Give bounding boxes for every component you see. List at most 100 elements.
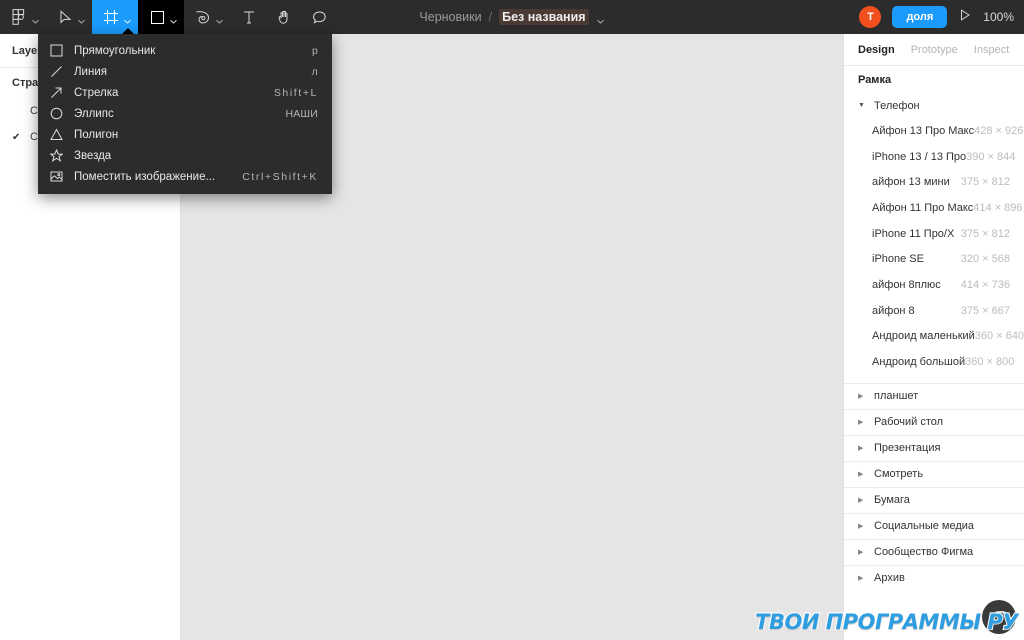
category-presentation[interactable]: ▶ Презентация [844,434,1024,461]
category-watch[interactable]: ▶ Смотреть [844,460,1024,487]
menu-item-polygon[interactable]: Полигон [38,124,332,145]
category-figma-community[interactable]: ▶ Сообщество Фигма [844,538,1024,565]
chevron-down-icon [169,13,178,24]
device-preset-row[interactable]: Айфон 11 Про Макс 414 × 896 [844,195,1024,221]
menu-item-shortcut: Shift+L [273,86,318,99]
chevron-right-icon: ▶ [858,549,864,557]
comment-tool-button[interactable] [300,0,335,34]
device-preset-row[interactable]: iPhone SE 320 × 568 [844,246,1024,272]
device-preset-row[interactable]: Айфон 13 Про Макс 428 × 926 [844,118,1024,144]
chevron-down-icon [215,13,224,24]
device-preset-row[interactable]: Андроид большой 360 × 800 [844,349,1024,375]
tab-design[interactable]: Design [858,44,895,56]
arrow-icon [50,86,74,99]
hand-tool-button[interactable] [265,0,300,34]
menu-item-shortcut: Ctrl+Shift+K [242,170,318,183]
category-desktop[interactable]: ▶ Рабочий стол [844,408,1024,435]
menu-item-label: Полигон [74,128,119,141]
device-name: iPhone SE [872,253,924,266]
category-archive[interactable]: ▶ Архив [844,564,1024,591]
chevron-right-icon: ▶ [858,497,864,505]
chevron-down-icon: ▼ [858,102,865,109]
ellipse-icon [50,107,74,120]
device-size: 390 × 844 [966,150,1016,163]
shape-tool-dropdown-menu: Прямоугольник p Линия л Стрелка Shift+L … [38,34,332,194]
polygon-icon [50,128,74,141]
star-icon [50,149,74,162]
avatar[interactable]: T [859,6,882,28]
frame-section-title: Рамка [858,73,892,86]
device-size: 375 × 812 [960,176,1010,189]
menu-item-shortcut: НАШИ [285,107,318,120]
top-toolbar: Черновики / Без названия T доля 100% [0,0,1024,34]
device-name: iPhone 11 Про/X [872,227,955,240]
tab-inspect[interactable]: Inspect [974,44,1009,56]
chevron-right-icon: ▶ [858,445,864,453]
category-label: Рабочий стол [874,416,944,429]
pen-tool-button[interactable] [184,0,230,34]
device-preset-row[interactable]: Андроид маленький 360 × 640 [844,324,1024,350]
breadcrumb-project[interactable]: Черновики [419,10,481,24]
chevron-right-icon: ▶ [858,471,864,479]
chevron-down-icon [31,13,40,24]
text-tool-button[interactable] [230,0,265,34]
device-size: 320 × 568 [960,253,1010,266]
shape-tool-button[interactable] [138,0,184,34]
properties-tabs: Design Prototype Inspect [844,34,1024,66]
chevron-right-icon: ▶ [858,523,864,531]
menu-item-shortcut: p [311,44,318,57]
device-name: Андроид большой [872,356,966,369]
pen-icon [193,7,213,27]
document-title[interactable]: Без названия [499,9,589,25]
menu-item-label: Линия [74,65,107,78]
device-name: Андроид маленький [872,330,975,343]
device-size: 360 × 640 [974,330,1024,343]
zoom-level[interactable]: 100% [983,10,1014,24]
category-label: Архив [874,572,905,585]
category-tablet[interactable]: ▶ планшет [844,382,1024,409]
figma-menu-button[interactable] [0,0,46,34]
figma-logo-icon [9,7,29,27]
chevron-right-icon: ▶ [858,575,864,583]
menu-item-label: Поместить изображение... [74,170,216,183]
device-name: айфон 13 мини [872,176,950,189]
move-tool-button[interactable] [46,0,92,34]
hand-icon [274,7,294,27]
category-label: Бумага [874,494,910,507]
menu-item-line[interactable]: Линия л [38,61,332,82]
device-size: 360 × 800 [965,356,1015,369]
rectangle-icon [147,7,167,27]
menu-item-star[interactable]: Звезда [38,145,332,166]
device-preset-row[interactable]: айфон 13 мини 375 × 812 [844,169,1024,195]
category-label: Смотреть [874,468,924,481]
device-preset-row[interactable]: iPhone 13 / 13 Про 390 × 844 [844,144,1024,170]
menu-item-rectangle[interactable]: Прямоугольник p [38,40,332,61]
category-label: Социальные медиа [874,520,975,533]
device-preset-row[interactable]: айфон 8плюс 414 × 736 [844,272,1024,298]
device-group-phone[interactable]: ▼ Телефон [844,93,1024,118]
chevron-right-icon: ▶ [858,393,864,401]
chevron-down-icon[interactable] [596,13,605,24]
device-name: Айфон 11 Про Макс [872,201,974,214]
menu-item-shortcut: л [311,65,318,78]
menu-item-ellipse[interactable]: Эллипс НАШИ [38,103,332,124]
play-icon[interactable] [958,8,972,27]
share-button[interactable]: доля [892,6,948,28]
tool-group [0,0,335,34]
category-social-media[interactable]: ▶ Социальные медиа [844,512,1024,539]
properties-panel: Design Prototype Inspect Рамка ▼ Телефон… [843,34,1024,640]
device-preset-row[interactable]: айфон 8 375 × 667 [844,298,1024,324]
device-size: 414 × 896 [973,201,1023,214]
chevron-down-icon [77,13,86,24]
menu-item-arrow[interactable]: Стрелка Shift+L [38,82,332,103]
category-paper[interactable]: ▶ Бумага [844,486,1024,513]
device-preset-row[interactable]: iPhone 11 Про/X 375 × 812 [844,221,1024,247]
line-icon [50,65,74,78]
tab-prototype[interactable]: Prototype [911,44,958,56]
top-right-controls: T доля 100% [859,0,1014,34]
figma-window: Черновики / Без названия T доля 100% Lay… [0,0,1024,640]
menu-item-place-image[interactable]: Поместить изображение... Ctrl+Shift+K [38,166,332,187]
device-name: Айфон 13 Про Макс [872,124,975,137]
device-group-label: Телефон [874,99,920,112]
device-size: 375 × 667 [960,304,1010,317]
